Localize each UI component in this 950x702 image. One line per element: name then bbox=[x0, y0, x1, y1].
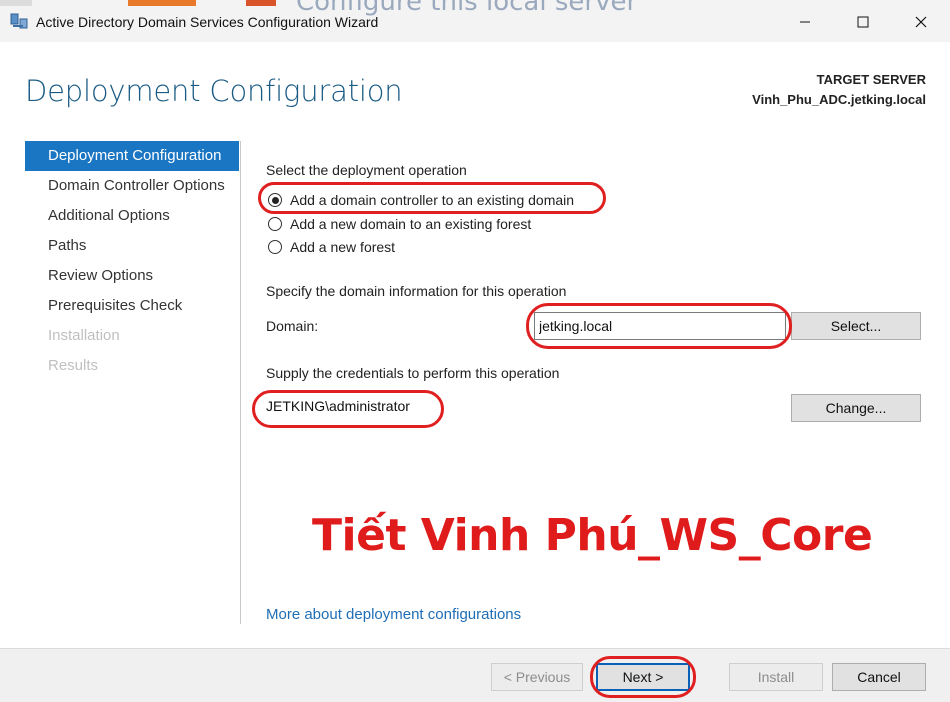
nav-item-prerequisites-check[interactable]: Prerequisites Check bbox=[25, 291, 239, 321]
radio-button[interactable] bbox=[268, 240, 282, 254]
select-button[interactable]: Select... bbox=[791, 312, 921, 340]
minimize-icon bbox=[800, 21, 810, 23]
nav-item-installation: Installation bbox=[48, 327, 120, 344]
previous-button: < Previous bbox=[491, 663, 583, 691]
operation-section-label: Select the deployment operation bbox=[266, 162, 467, 178]
background-window-strip bbox=[246, 0, 276, 6]
nav-divider bbox=[240, 141, 241, 624]
credentials-value: JETKING\administrator bbox=[266, 398, 410, 414]
nav-item-paths[interactable]: Paths bbox=[25, 231, 239, 261]
page-title: Deployment Configuration bbox=[25, 74, 403, 108]
radio-label: Add a domain controller to an existing d… bbox=[290, 192, 575, 208]
domain-input[interactable] bbox=[534, 312, 786, 340]
nav-item-review-options[interactable]: Review Options bbox=[25, 261, 239, 291]
radio-new-domain[interactable]: Add a new domain to an existing forest bbox=[268, 216, 531, 232]
close-button[interactable] bbox=[898, 6, 944, 38]
radio-button[interactable] bbox=[268, 193, 282, 207]
radio-new-forest[interactable]: Add a new forest bbox=[268, 239, 395, 255]
domain-section-label: Specify the domain information for this … bbox=[266, 283, 567, 299]
radio-label: Add a new forest bbox=[290, 239, 396, 255]
nav-item-domain-controller-options[interactable]: Domain Controller Options bbox=[25, 171, 239, 201]
next-button[interactable]: Next > bbox=[596, 663, 690, 691]
radio-selected-dot bbox=[271, 196, 279, 204]
nav-item-results: Results bbox=[48, 357, 99, 374]
window-title: Active Directory Domain Services Configu… bbox=[36, 14, 379, 30]
nav-item-additional-options[interactable]: Additional Options bbox=[25, 201, 239, 231]
maximize-icon bbox=[857, 16, 869, 28]
radio-button[interactable] bbox=[268, 217, 282, 231]
target-server-name: Vinh_Phu_ADC.jetking.local bbox=[752, 92, 926, 107]
radio-label: Add a new domain to an existing forest bbox=[290, 216, 532, 232]
title-bar: Configure this local server Active Direc… bbox=[0, 0, 950, 42]
ad-ds-icon bbox=[10, 13, 28, 29]
watermark-text: Tiết Vinh Phú_WS_Core bbox=[312, 510, 873, 561]
credentials-section-label: Supply the credentials to perform this o… bbox=[266, 365, 560, 381]
radio-existing-domain[interactable]: Add a domain controller to an existing d… bbox=[268, 192, 574, 208]
wizard-nav: Deployment Configuration Domain Controll… bbox=[25, 141, 239, 381]
minimize-button[interactable] bbox=[782, 6, 828, 38]
install-button: Install bbox=[729, 663, 823, 691]
change-button[interactable]: Change... bbox=[791, 394, 921, 422]
background-window-strip bbox=[128, 0, 196, 6]
close-icon bbox=[915, 16, 927, 28]
more-about-link[interactable]: More about deployment configurations bbox=[266, 606, 521, 623]
background-window-strip bbox=[0, 0, 32, 6]
target-server-label: TARGET SERVER bbox=[816, 72, 926, 87]
maximize-button[interactable] bbox=[840, 6, 886, 38]
domain-label: Domain: bbox=[266, 318, 319, 334]
cancel-button[interactable]: Cancel bbox=[832, 663, 926, 691]
nav-item-deployment-configuration[interactable]: Deployment Configuration bbox=[25, 141, 239, 171]
